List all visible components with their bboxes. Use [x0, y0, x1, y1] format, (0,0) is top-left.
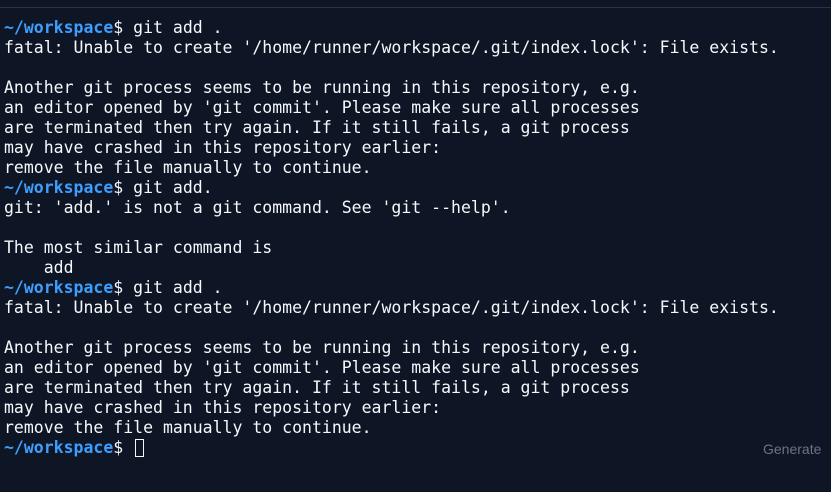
command-text: git add .	[123, 18, 223, 37]
output-text: git: 'add.' is not a git command. See 'g…	[4, 198, 511, 217]
output-line: fatal: Unable to create '/home/runner/wo…	[4, 38, 779, 58]
output-line: git: 'add.' is not a git command. See 'g…	[4, 198, 779, 218]
output-line: Another git process seems to be running …	[4, 338, 779, 358]
output-line: are terminated then try again. If it sti…	[4, 118, 779, 138]
command-text	[123, 438, 133, 457]
command-text: git add.	[123, 178, 213, 197]
prompt-path: ~/workspace	[4, 178, 114, 197]
prompt-line: ~/workspace$ git add.	[4, 178, 779, 198]
output-line: an editor opened by 'git commit'. Please…	[4, 98, 779, 118]
terminal-output[interactable]: ~/workspace$ git add . fatal: Unable to c…	[4, 18, 779, 458]
output-line: The most similar command is	[4, 238, 779, 258]
prompt-symbol: $	[113, 438, 124, 457]
pane-top-border	[0, 0, 831, 8]
output-text: remove the file manually to continue.	[4, 418, 372, 437]
output-line: may have crashed in this repository earl…	[4, 138, 779, 158]
output-text: add	[4, 258, 74, 277]
output-line: remove the file manually to continue.	[4, 418, 779, 438]
prompt-path: ~/workspace	[4, 278, 114, 297]
output-text: are terminated then try again. If it sti…	[4, 118, 630, 137]
command-text: git add .	[123, 278, 223, 297]
prompt-symbol: $	[113, 18, 124, 37]
output-text: may have crashed in this repository earl…	[4, 398, 442, 417]
output-line: are terminated then try again. If it sti…	[4, 378, 779, 398]
output-text: may have crashed in this repository earl…	[4, 138, 442, 157]
output-line: fatal: Unable to create '/home/runner/wo…	[4, 298, 779, 318]
output-text: The most similar command is	[4, 238, 273, 257]
prompt-line: ~/workspace$ git add .	[4, 278, 779, 298]
terminal-pane[interactable]: ~/workspace$ git add . fatal: Unable to c…	[0, 0, 831, 492]
output-text: an editor opened by 'git commit'. Please…	[4, 358, 640, 377]
prompt-symbol: $	[113, 178, 124, 197]
output-text: fatal: Unable to create '/home/runner/wo…	[4, 38, 779, 57]
output-text: an editor opened by 'git commit'. Please…	[4, 98, 640, 117]
output-line: an editor opened by 'git commit'. Please…	[4, 358, 779, 378]
output-line: add	[4, 258, 779, 278]
generate-hint[interactable]: Generate	[763, 441, 821, 457]
output-text: Another git process seems to be running …	[4, 338, 640, 357]
prompt-path: ~/workspace	[4, 438, 114, 457]
output-text: Another git process seems to be running …	[4, 78, 640, 97]
prompt-line: ~/workspace$	[4, 438, 779, 458]
output-line: remove the file manually to continue.	[4, 158, 779, 178]
output-text: remove the file manually to continue.	[4, 158, 372, 177]
output-text: fatal: Unable to create '/home/runner/wo…	[4, 298, 779, 317]
output-text: are terminated then try again. If it sti…	[4, 378, 630, 397]
terminal-cursor	[135, 439, 145, 457]
prompt-path: ~/workspace	[4, 18, 114, 37]
output-line: Another git process seems to be running …	[4, 78, 779, 98]
output-line: may have crashed in this repository earl…	[4, 398, 779, 418]
prompt-line: ~/workspace$ git add .	[4, 18, 779, 38]
prompt-symbol: $	[113, 278, 124, 297]
